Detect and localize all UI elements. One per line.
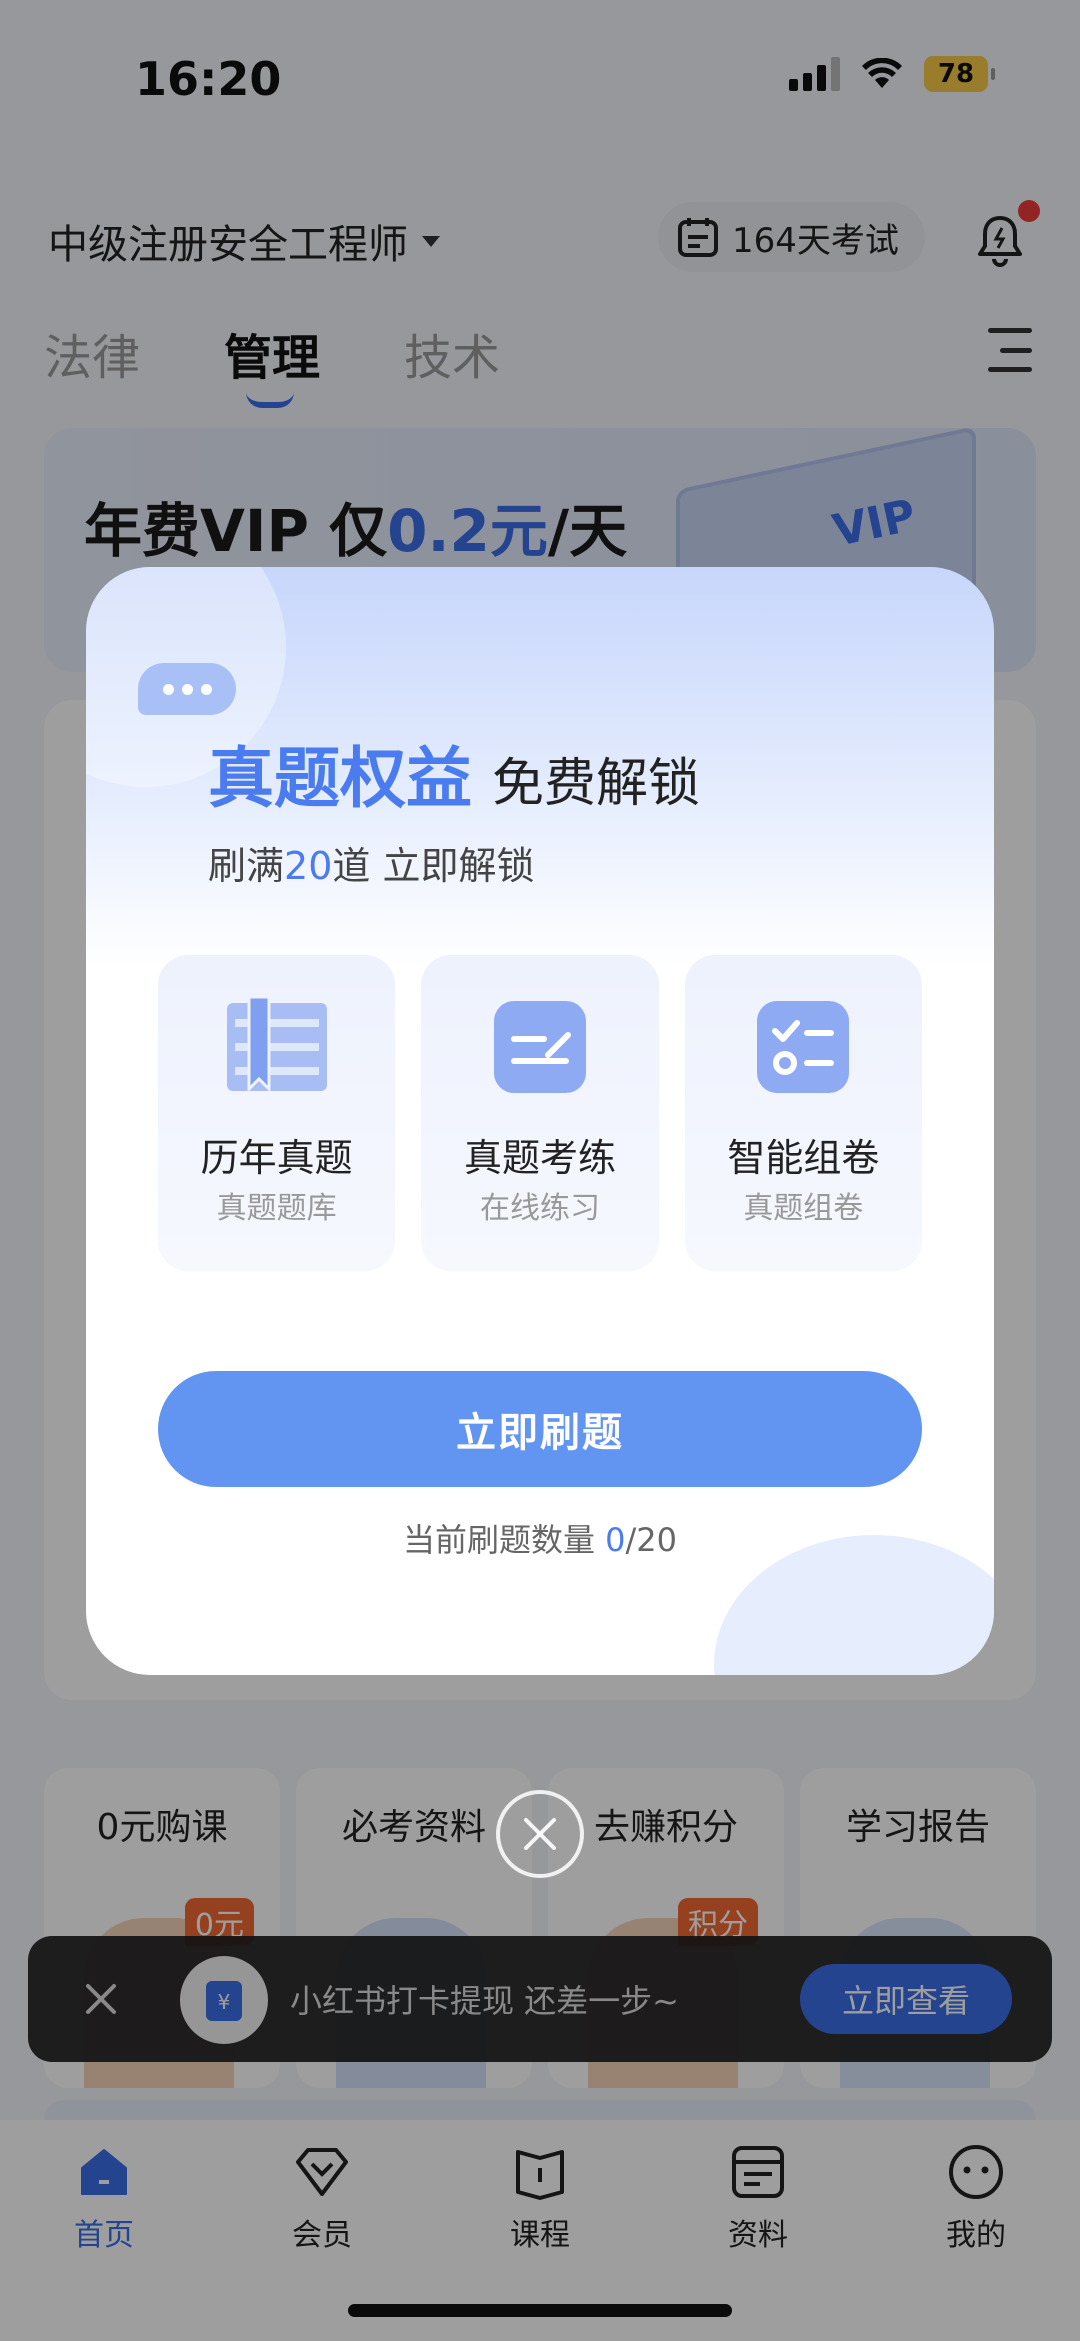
modal-subtitle: 刷满20道 立即解锁 bbox=[208, 844, 535, 888]
practice-icon bbox=[493, 1001, 586, 1093]
unlock-modal: 真题权益 免费解锁 刷满20道 立即解锁 历年真题 真题题库 真题考练 在线练习… bbox=[86, 567, 994, 1675]
feature-title: 智能组卷 bbox=[727, 1136, 880, 1180]
feature-past-papers[interactable]: 历年真题 真题题库 bbox=[158, 955, 396, 1271]
feature-smart-paper[interactable]: 智能组卷 真题组卷 bbox=[684, 955, 922, 1271]
modal-title-rest: 免费解锁 bbox=[492, 754, 701, 814]
feature-list: 历年真题 真题题库 真题考练 在线练习 智能组卷 真题组卷 bbox=[158, 955, 922, 1271]
feature-title: 真题考练 bbox=[463, 1136, 616, 1180]
feature-subtitle: 在线练习 bbox=[479, 1191, 600, 1226]
feature-title: 历年真题 bbox=[200, 1136, 353, 1180]
modal-close-button[interactable] bbox=[496, 1790, 584, 1878]
chat-bubble-icon bbox=[138, 663, 236, 715]
feature-subtitle: 真题题库 bbox=[216, 1191, 337, 1226]
practice-progress: 当前刷题数量 0/20 bbox=[402, 1521, 678, 1559]
book-icon bbox=[226, 997, 327, 1093]
modal-title-highlight: 真题权益 bbox=[208, 740, 472, 817]
modal-title: 真题权益 免费解锁 bbox=[208, 725, 700, 821]
checklist-icon bbox=[757, 1001, 850, 1093]
close-icon bbox=[524, 1818, 556, 1850]
feature-practice[interactable]: 真题考练 在线练习 bbox=[421, 955, 659, 1271]
feature-subtitle: 真题组卷 bbox=[743, 1191, 864, 1226]
start-practice-button[interactable]: 立即刷题 bbox=[158, 1371, 922, 1487]
